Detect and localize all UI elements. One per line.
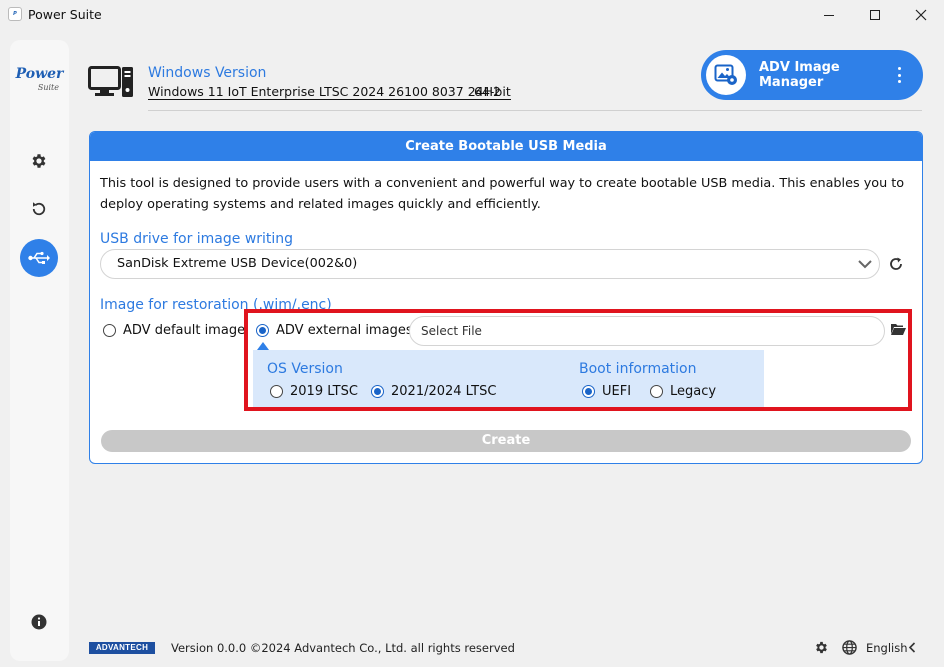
title-bar: P Power Suite <box>0 0 944 30</box>
radio-adv-default-image-indicator <box>103 324 116 337</box>
maximize-icon <box>870 10 880 20</box>
create-usb-panel: Create Bootable USB Media This tool is d… <box>89 131 923 464</box>
language-selector[interactable]: English <box>866 641 908 655</box>
advantech-logo: ADVANTECH <box>89 642 155 654</box>
usb-drive-label: USB drive for image writing <box>100 231 294 247</box>
history-icon <box>32 202 46 216</box>
windows-version-value: Windows 11 IoT Enterprise LTSC 2024 2610… <box>148 84 501 100</box>
chevron-down-icon <box>858 260 872 269</box>
adv-image-manager-button[interactable]: ADV Image Manager <box>701 50 923 100</box>
globe-icon[interactable] <box>842 640 857 655</box>
brand-main: Power <box>15 66 64 82</box>
usb-drive-selected-value: SanDisk Extreme USB Device(002&0) <box>117 256 358 271</box>
version-copyright: Version 0.0.0 ©2024 Advantech Co., Ltd. … <box>171 641 515 655</box>
brand-sub: Suite <box>37 83 59 92</box>
highlight-box <box>244 309 912 411</box>
adv-image-manager-line2: Manager <box>759 75 824 90</box>
chevron-left-icon[interactable] <box>908 642 916 653</box>
app-logo-icon: P <box>8 7 22 21</box>
refresh-icon[interactable] <box>888 256 904 272</box>
brand-logo: Power Suite <box>10 66 69 94</box>
window-title: Power Suite <box>28 7 102 22</box>
sidebar-item-info[interactable] <box>20 603 58 641</box>
adv-image-manager-line1: ADV Image <box>759 60 840 75</box>
computer-icon <box>88 66 133 97</box>
gear-icon[interactable] <box>814 640 829 655</box>
radio-adv-default-image[interactable]: ADV default image <box>103 323 245 338</box>
image-settings-icon <box>714 64 737 85</box>
panel-title: Create Bootable USB Media <box>90 132 922 161</box>
info-icon <box>31 614 47 630</box>
sidebar-item-settings[interactable] <box>20 142 58 180</box>
sidebar-item-usb[interactable] <box>20 239 58 277</box>
minimize-button[interactable] <box>806 0 852 30</box>
close-button[interactable] <box>898 0 944 30</box>
adv-image-manager-label: ADV Image Manager <box>759 60 840 90</box>
radio-adv-default-image-label: ADV default image <box>123 323 246 338</box>
windows-version-label: Windows Version <box>148 65 267 81</box>
gear-icon <box>32 154 46 168</box>
sidebar-item-restore[interactable] <box>20 190 58 228</box>
close-icon <box>915 9 927 21</box>
usb-drive-select[interactable]: SanDisk Extreme USB Device(002&0) <box>100 249 880 279</box>
more-options-icon[interactable] <box>895 67 903 83</box>
windows-bitness: 64-bit <box>474 84 511 100</box>
sidebar: Power Suite <box>10 40 69 661</box>
header-divider <box>148 110 922 111</box>
panel-description: This tool is designed to provide users w… <box>100 176 905 212</box>
create-button[interactable]: Create <box>101 430 911 452</box>
minimize-icon <box>824 14 834 16</box>
usb-icon <box>28 251 50 264</box>
maximize-button[interactable] <box>852 0 898 30</box>
adv-image-manager-icon-wrap <box>706 55 746 95</box>
